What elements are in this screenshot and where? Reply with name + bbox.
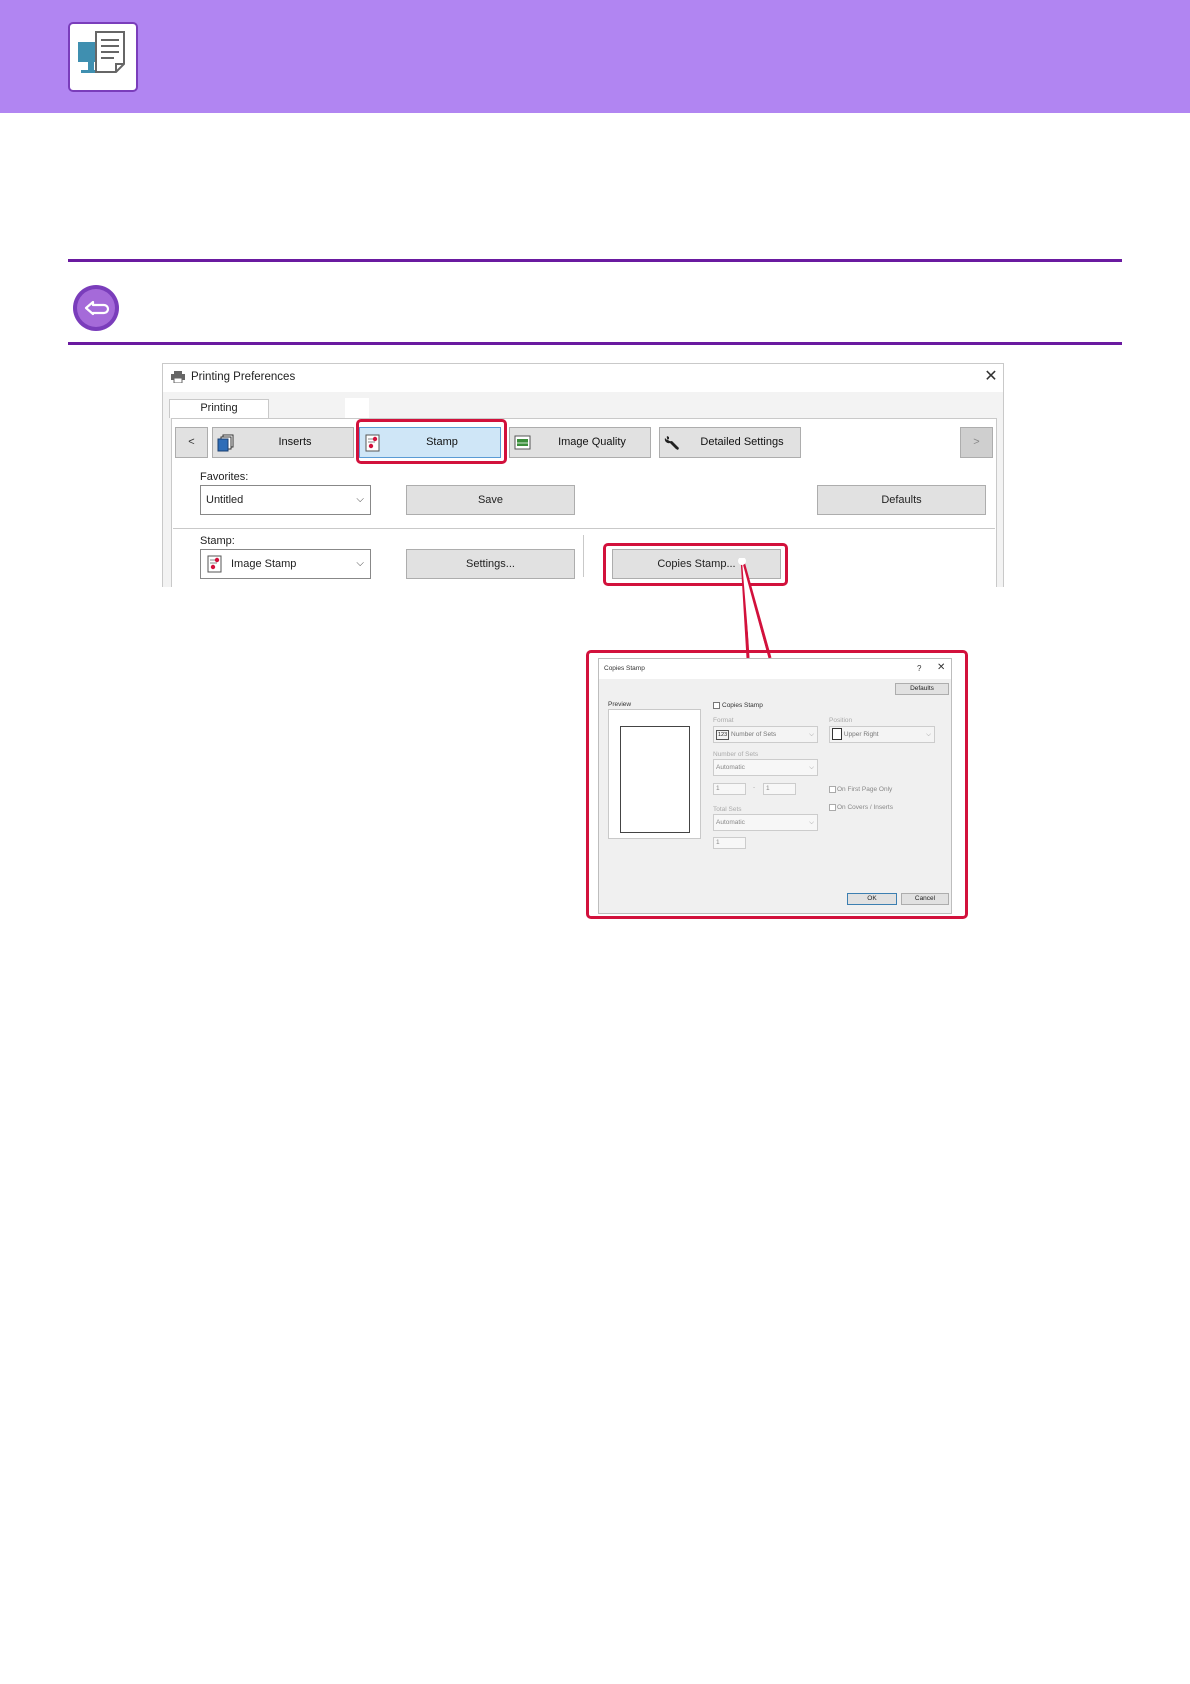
- stamp-settings-button[interactable]: Settings...: [406, 549, 575, 579]
- favorites-select[interactable]: Untitled ⌵: [200, 485, 371, 515]
- page-position-icon: [832, 728, 842, 741]
- toolbar-inserts-button[interactable]: Inserts: [212, 427, 354, 458]
- chevron-down-icon: ⌵: [926, 731, 931, 738]
- save-button[interactable]: Save: [406, 485, 575, 515]
- chevron-down-icon: ⌵: [809, 731, 814, 738]
- stamp-label: Stamp:: [200, 535, 235, 547]
- format-value: Number of Sets: [731, 731, 777, 738]
- toolbar-detailed-settings-button[interactable]: Detailed Settings: [659, 427, 801, 458]
- total-sets-select[interactable]: Automatic ⌵: [713, 814, 818, 831]
- number-of-sets-label: Number of Sets: [713, 751, 759, 758]
- printer-icon: [171, 371, 185, 384]
- number-of-sets-select[interactable]: Automatic ⌵: [713, 759, 818, 776]
- stamp-icon: [206, 555, 224, 573]
- chevron-down-icon: ⌵: [809, 764, 814, 771]
- divider: [173, 528, 995, 529]
- chevron-down-icon: ⌵: [809, 819, 814, 826]
- scroll-right-button[interactable]: >: [960, 427, 993, 458]
- callout-connector: [738, 558, 772, 658]
- toolbar-inserts-label: Inserts: [278, 436, 312, 448]
- copies-stamp-title: Copies Stamp: [604, 665, 645, 672]
- toolbar-image-quality-label: Image Quality: [558, 436, 626, 448]
- chevron-down-icon: ⌵: [356, 558, 364, 569]
- return-arrow-icon: [72, 284, 120, 332]
- range-to-input[interactable]: 1: [763, 783, 796, 795]
- position-value: Upper Right: [843, 731, 879, 738]
- covers-inserts-label: On Covers / Inserts: [837, 804, 893, 811]
- covers-inserts-checkbox[interactable]: [829, 804, 836, 811]
- cancel-button[interactable]: Cancel: [901, 893, 949, 905]
- toolbar-detailed-settings-label: Detailed Settings: [700, 436, 784, 448]
- total-sets-number-input[interactable]: 1: [713, 837, 746, 849]
- stamp-tab-highlight: [356, 419, 507, 464]
- toolbar-image-quality-button[interactable]: Image Quality: [509, 427, 651, 458]
- range-from-input[interactable]: 1: [713, 783, 746, 795]
- tab-printing-preferences[interactable]: Printing Preferences: [169, 399, 269, 431]
- first-page-only-label: On First Page Only: [837, 786, 893, 793]
- close-icon[interactable]: ✕: [937, 662, 945, 673]
- number-of-sets-value: Automatic: [716, 764, 745, 771]
- vertical-divider: [583, 535, 584, 577]
- copies-stamp-dialog: Copies Stamp ? ✕ Defaults Preview Copies…: [598, 658, 952, 914]
- position-label: Position: [829, 717, 853, 724]
- first-page-only-checkbox[interactable]: [829, 786, 836, 793]
- help-icon[interactable]: ?: [917, 664, 921, 673]
- copies-defaults-button[interactable]: Defaults: [895, 683, 949, 695]
- copies-stamp-checkbox-label: Copies Stamp: [722, 702, 763, 709]
- stamp-value: Image Stamp: [231, 558, 297, 570]
- image-quality-icon: [514, 434, 532, 452]
- stamp-select[interactable]: Image Stamp ⌵: [200, 549, 371, 579]
- favorites-label: Favorites:: [200, 471, 249, 483]
- ok-button[interactable]: OK: [847, 893, 897, 905]
- format-select[interactable]: 123 Number of Sets ⌵: [713, 726, 818, 743]
- format-label: Format: [713, 717, 734, 724]
- close-icon[interactable]: ✕: [981, 367, 1001, 387]
- printing-preferences-dialog: Printing Preferences ✕ Printing Preferen…: [162, 363, 1004, 587]
- dialog-title: Printing Preferences: [191, 371, 296, 383]
- copies-stamp-titlebar: [599, 659, 951, 679]
- page-header-band: [0, 0, 1190, 113]
- total-sets-label: Total Sets: [713, 806, 742, 813]
- copies-stamp-checkbox[interactable]: [713, 702, 720, 709]
- defaults-button[interactable]: Defaults: [817, 485, 986, 515]
- range-separator: -: [753, 784, 756, 791]
- printer-driver-icon: [68, 22, 138, 92]
- format-123-icon: 123: [716, 730, 730, 740]
- preview-box: [608, 709, 701, 839]
- tab-spacer: [345, 398, 369, 418]
- scroll-left-button[interactable]: <: [175, 427, 208, 458]
- position-select[interactable]: Upper Right ⌵: [829, 726, 935, 743]
- section-rule-top: [68, 259, 1122, 262]
- total-sets-value: Automatic: [716, 819, 745, 826]
- wrench-icon: [664, 434, 682, 452]
- favorites-value: Untitled: [206, 494, 244, 506]
- chevron-down-icon: ⌵: [356, 494, 364, 505]
- preview-label: Preview: [608, 701, 632, 708]
- section-rule-bottom: [68, 342, 1122, 345]
- inserts-icon: [217, 434, 235, 452]
- preview-page: [620, 726, 690, 833]
